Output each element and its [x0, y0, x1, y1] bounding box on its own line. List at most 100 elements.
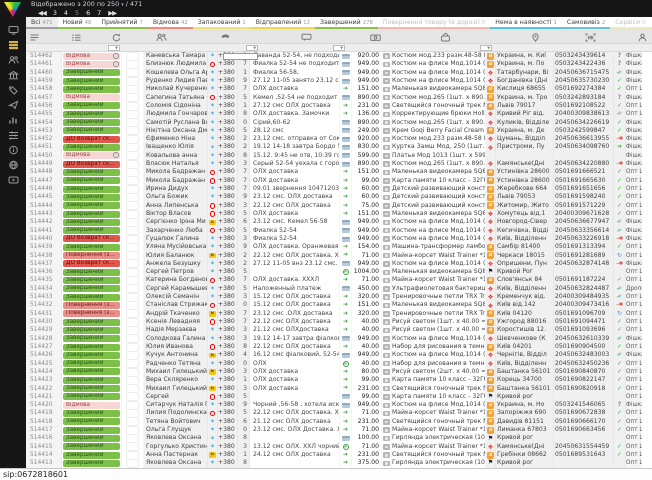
status-cell[interactable]: Завершений — [62, 243, 122, 251]
order-comment[interactable]: ОЛХ доставка — [250, 210, 340, 218]
status-cell[interactable]: Завершений — [62, 293, 122, 301]
tab-status-1[interactable]: Новий48 — [58, 17, 97, 29]
tracking-number[interactable]: 20450633226918 — [554, 235, 614, 243]
order-row[interactable]: 514447ЗавершенийМикола Бадражан+3807ОЛХ … — [26, 177, 652, 185]
tracking-number[interactable]: 20400309473416 — [554, 301, 614, 309]
phone-number[interactable]: +380 — [218, 360, 238, 368]
order-row[interactable]: 514456ЗавершенийСоломія Сідоніна✶+380127… — [26, 102, 652, 110]
delivery-address[interactable]: Чернігів, Відділ — [496, 351, 554, 359]
product-name[interactable]: Детский развивающий констру — [392, 185, 486, 193]
order-row[interactable]: 514430ЗавершенийКсенія Левадняя+380722.1… — [26, 318, 652, 326]
order-row[interactable]: 514419ЗавершенийЛилия Подолинская+380522… — [26, 409, 652, 417]
delivery-address[interactable]: Львів 79053 — [496, 193, 554, 201]
tracking-number[interactable]: 0501691651656 — [554, 185, 614, 193]
order-row[interactable]: 514443ЗавершенийВіктор Власов+3805ОЛХ до… — [26, 210, 652, 218]
status-cell[interactable]: Завершений — [62, 177, 122, 185]
filter-dropdown-1[interactable]: ▼ — [108, 45, 120, 51]
order-row[interactable]: 514431Повернення (з...Андрій Ткаченкоlc+… — [26, 310, 652, 318]
product-name[interactable]: Маленькая видеокамера SQ8 * — [392, 268, 486, 276]
status-cell[interactable]: Завершений — [62, 426, 122, 434]
phone-number[interactable]: +380 — [218, 426, 238, 434]
tracking-number[interactable]: 0501691187224 — [554, 276, 614, 284]
order-comment[interactable]: 24.12 смс ОЛХ доставка — [250, 451, 340, 459]
order-row[interactable]: 514448ЗавершенийМикола Бадражан+3807ОЛХ … — [26, 168, 652, 176]
tracking-number[interactable]: 20450633356614 — [554, 227, 614, 235]
order-row[interactable]: 514462ВідмоваiКаневська Тамара✶+3801Лава… — [26, 52, 652, 60]
phone-number[interactable]: +380 — [218, 85, 238, 93]
order-row[interactable]: 514424ЗавершенийМихаил Гилецькийlc+3803О… — [26, 368, 652, 376]
order-row[interactable]: 514457ВідмоваСапегина Татьяна С+3805Кеме… — [26, 94, 652, 102]
delivery-address[interactable]: Слов'янськ 84 — [496, 276, 554, 284]
product-name[interactable]: Рисуй светом (1шт. х 40.00 = 40 — [392, 326, 486, 334]
order-row[interactable]: 514461ВідмоваiБлизнюк Людмила+3807Фиалка… — [26, 60, 652, 68]
phone-number[interactable]: +380 — [218, 276, 238, 284]
phone-number[interactable]: +380 — [218, 310, 238, 318]
product-name[interactable]: Карта памяти 10 класс - 32Гб *1 — [392, 393, 486, 401]
tracking-number[interactable]: 0501690666170 — [554, 418, 614, 426]
delivery-address[interactable]: Львів 79017 — [496, 102, 554, 110]
order-comment[interactable]: ОЛХ доставка. Оранжевая — [250, 243, 340, 251]
phone-number[interactable]: +380 — [218, 243, 238, 251]
status-cell[interactable]: Завершений — [62, 451, 122, 459]
product-name[interactable]: Маленькая видеокамера SQ8 * — [392, 168, 486, 176]
tracking-number[interactable]: 20400309671628 — [554, 210, 614, 218]
delivery-address[interactable]: Украина, м. Киї — [496, 52, 554, 60]
product-name[interactable]: Костюм мод.265 (1шт. х 890.00 — [392, 160, 486, 168]
delivery-address[interactable]: Кривой Рог — [496, 268, 554, 276]
status-cell[interactable]: ДО Возврат ск... — [62, 135, 122, 143]
product-name[interactable]: Платье Мод 1013 (1шт. х 599.00 — [392, 152, 486, 160]
status-cell[interactable]: Завершений — [62, 343, 122, 351]
order-row[interactable]: 514420ВідмоваСитарчук Наталія Гр✶+3809Чо… — [26, 401, 652, 409]
product-name[interactable]: Набор для рисования в темнот — [392, 360, 486, 368]
order-comment[interactable]: ОЛХ доставка — [250, 177, 340, 185]
status-cell[interactable]: Завершений — [62, 102, 122, 110]
phone-number[interactable]: +380 — [218, 260, 238, 268]
order-comment[interactable]: ОЛХ доставка — [250, 368, 340, 376]
delivery-address[interactable]: Кривой рог — [496, 434, 554, 442]
tracking-number[interactable]: 20450632450236 — [554, 360, 614, 368]
filter-dropdown-3[interactable]: ▼ — [333, 45, 345, 51]
status-cell[interactable]: Завершений — [62, 285, 122, 293]
tracking-number[interactable]: 20450631554459 — [554, 443, 614, 451]
status-cell[interactable]: Відмоваi — [62, 52, 122, 60]
product-name[interactable]: Рисуй светом (2шт. х 40.00 = 80 — [392, 368, 486, 376]
tab-status-7[interactable]: Повернення товару (в дорозі)0 — [378, 17, 490, 29]
order-row[interactable]: 514451ЗавершенийІващенко Юлія✶+380219.12… — [26, 143, 652, 151]
phone-number[interactable]: +380 — [218, 210, 238, 218]
order-comment[interactable]: Кемел ,52-54 не подходит — [250, 94, 340, 102]
order-row[interactable]: 514436ЗавершенийСергей Петров✶+3805₴1004… — [26, 268, 652, 276]
product-name[interactable]: Светящийся гоночный трек Ма — [392, 385, 486, 393]
status-cell[interactable]: Завершений — [62, 127, 122, 135]
status-cell[interactable]: Завершений — [62, 268, 122, 276]
phone-number[interactable]: +380 — [218, 451, 238, 459]
order-row[interactable]: 514435ЗавершенийКатерина Богданова+3807О… — [26, 276, 652, 284]
order-comment[interactable]: 27.12 11-05 внз 23.12 смс. 19 — [250, 260, 340, 268]
order-comment[interactable]: ОЛХ доставка. Замочки — [250, 110, 340, 118]
tab-status-10[interactable]: Сервіси0 — [610, 17, 650, 29]
product-name[interactable]: Карта памяти 10 класс - 32Гб *1 — [392, 177, 486, 185]
order-comment[interactable]: 15.12 смс ОЛХ доставка — [250, 301, 340, 309]
delivery-address[interactable]: Лиманка 67803 — [496, 426, 554, 434]
tracking-number[interactable]: 20450632824487 — [554, 285, 614, 293]
order-comment[interactable]: 23.12 смс. ОЛХ Доставка. ХХХ — [250, 426, 340, 434]
delivery-address[interactable]: Корець 34700 — [496, 376, 554, 384]
product-name[interactable]: Майка-корсет Waist Trainer *142 — [392, 426, 486, 434]
tab-status-2[interactable]: Прийнятий7 — [96, 17, 147, 29]
phone-number[interactable]: +380 — [218, 343, 238, 351]
delivery-address[interactable]: Кременчук від. — [496, 293, 554, 301]
brand-logo[interactable] — [4, 2, 21, 17]
tracking-number[interactable]: 0501690663456 — [554, 426, 614, 434]
tracking-number[interactable]: 0501690904500 — [554, 343, 614, 351]
delivery-address[interactable]: Шевченкове (К — [496, 335, 554, 343]
phone-number[interactable]: +380 — [218, 168, 238, 176]
order-row[interactable]: 514426ЗавершенийКучук Антонинаlc+380416.… — [26, 351, 652, 359]
tracking-number[interactable]: 0501691094471 — [554, 318, 614, 326]
order-comment[interactable]: 23.12 смс .ОЛХ доставка — [250, 310, 340, 318]
phone-number[interactable]: +380 — [218, 318, 238, 326]
order-row[interactable]: 514439ЗавершенийУляна Мусійовська✶+3809О… — [26, 243, 652, 251]
order-row[interactable]: 514445ЗавершенийОльга Божик✶+380923.12 с… — [26, 193, 652, 201]
status-cell[interactable]: Завершений — [62, 119, 122, 127]
product-name[interactable]: Майка-корсет Waist Trainer *142 — [392, 409, 486, 417]
phone-number[interactable]: +380 — [218, 119, 238, 127]
tracking-number[interactable]: 0501691598240 — [554, 193, 614, 201]
